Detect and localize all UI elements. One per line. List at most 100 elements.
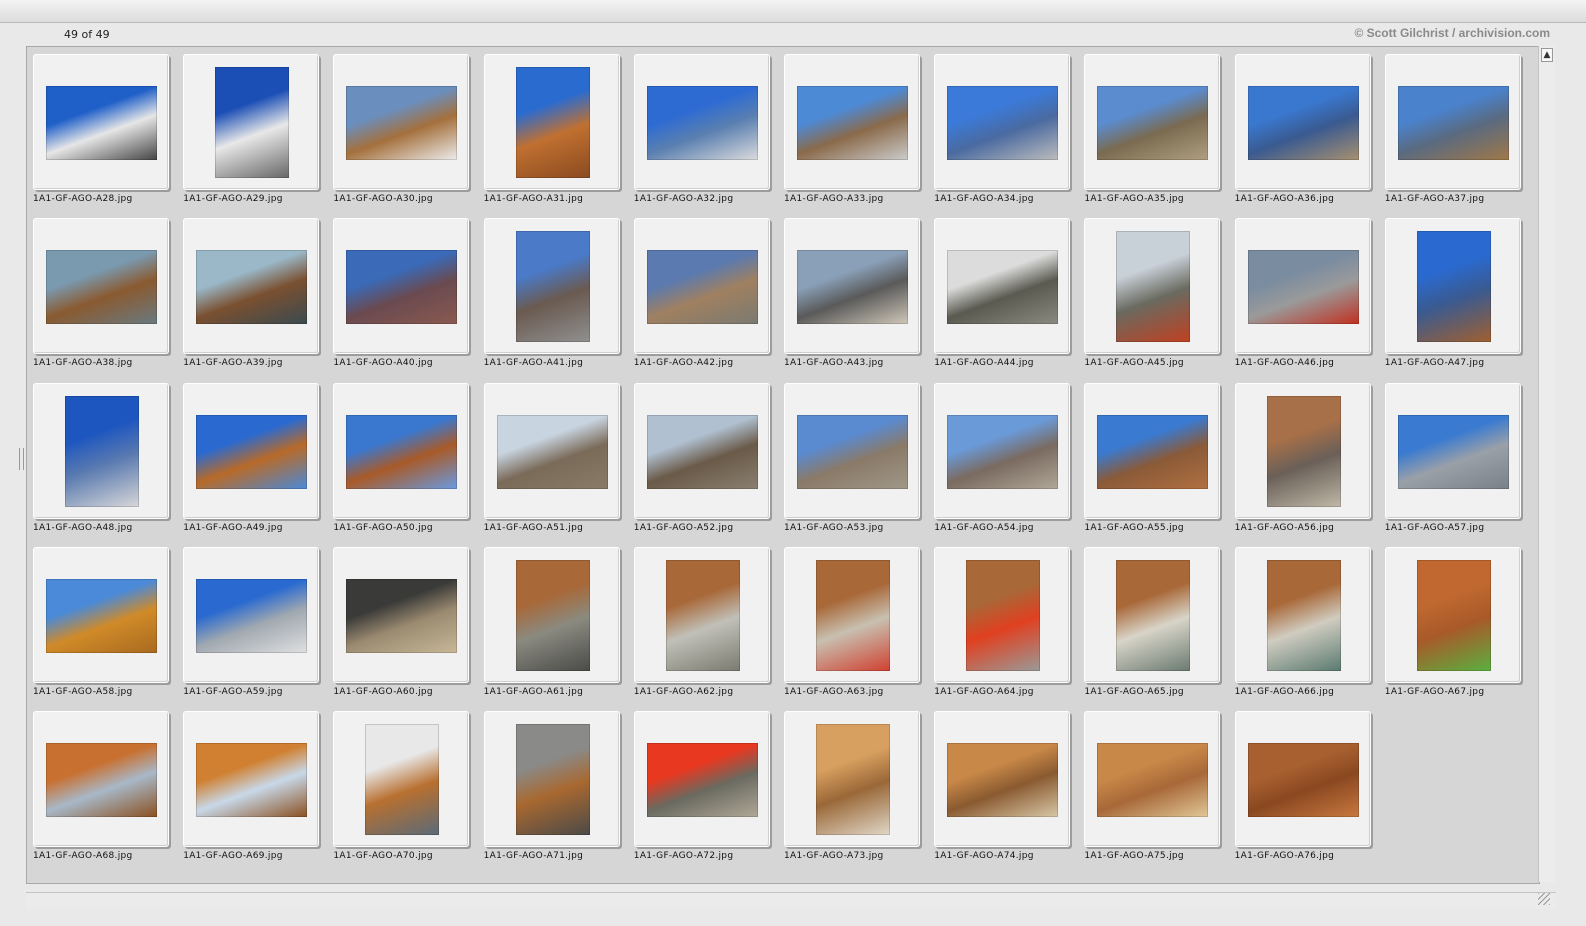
thumbnail-image[interactable] (196, 578, 308, 653)
thumbnail-image[interactable] (346, 578, 458, 653)
thumbnail-frame[interactable] (333, 711, 470, 848)
thumbnail-frame[interactable] (33, 54, 169, 190)
thumbnail-frame[interactable] (633, 546, 770, 683)
thumbnail-image[interactable] (646, 250, 758, 325)
thumbnail-image[interactable] (665, 559, 740, 671)
thumbnail-item[interactable]: 1A1-GF-AGO-A55.jpg (1084, 382, 1234, 547)
thumbnail-item[interactable]: 1A1-GF-AGO-A74.jpg (934, 711, 1084, 875)
thumbnail-frame[interactable] (333, 382, 470, 519)
thumbnail-image[interactable] (46, 250, 157, 325)
thumbnail-image[interactable] (515, 67, 590, 178)
thumbnail-frame[interactable] (33, 546, 169, 683)
thumbnail-image[interactable] (1397, 414, 1509, 489)
thumbnail-item[interactable]: 1A1-GF-AGO-A67.jpg (1384, 546, 1535, 711)
thumbnail-image[interactable] (515, 559, 590, 671)
thumbnail-frame[interactable] (1234, 382, 1371, 519)
thumbnail-item[interactable]: 1A1-GF-AGO-A51.jpg (483, 382, 634, 547)
scroll-up-arrow-icon[interactable]: ▲ (1541, 48, 1553, 62)
thumbnail-image[interactable] (46, 86, 157, 160)
thumbnail-image[interactable] (816, 724, 890, 836)
thumbnail-image[interactable] (1247, 86, 1359, 160)
thumbnail-frame[interactable] (784, 382, 920, 519)
thumbnail-image[interactable] (797, 86, 908, 160)
thumbnail-image[interactable] (196, 414, 308, 489)
thumbnail-item[interactable]: 1A1-GF-AGO-A35.jpg (1084, 54, 1234, 218)
thumbnail-item[interactable]: 1A1-GF-AGO-A54.jpg (934, 382, 1084, 547)
thumbnail-frame[interactable] (183, 218, 320, 355)
thumbnail-frame[interactable] (483, 382, 620, 519)
thumbnail-item[interactable]: 1A1-GF-AGO-A56.jpg (1234, 382, 1385, 547)
thumbnail-frame[interactable] (183, 54, 320, 190)
thumbnail-item[interactable]: 1A1-GF-AGO-A61.jpg (483, 546, 634, 711)
thumbnail-item[interactable]: 1A1-GF-AGO-A73.jpg (784, 711, 934, 875)
thumbnail-image[interactable] (1266, 395, 1341, 507)
thumbnail-item[interactable]: 1A1-GF-AGO-A47.jpg (1384, 218, 1535, 382)
thumbnail-item[interactable]: 1A1-GF-AGO-A31.jpg (483, 54, 634, 218)
thumbnail-image[interactable] (966, 559, 1041, 671)
thumbnail-frame[interactable] (1384, 54, 1521, 190)
thumbnail-item[interactable]: 1A1-GF-AGO-A72.jpg (633, 711, 784, 875)
thumbnail-image[interactable] (1097, 86, 1209, 160)
thumbnail-image[interactable] (365, 724, 440, 836)
thumbnail-item[interactable]: 1A1-GF-AGO-A53.jpg (784, 382, 934, 547)
thumbnail-image[interactable] (797, 414, 908, 489)
thumbnail-frame[interactable] (1234, 546, 1371, 683)
thumbnail-frame[interactable] (934, 546, 1071, 683)
thumbnail-item[interactable]: 1A1-GF-AGO-A29.jpg (183, 54, 333, 218)
thumbnail-item[interactable]: 1A1-GF-AGO-A71.jpg (483, 711, 634, 875)
thumbnail-item[interactable]: 1A1-GF-AGO-A66.jpg (1234, 546, 1385, 711)
thumbnail-frame[interactable] (633, 711, 770, 848)
thumbnail-frame[interactable] (1084, 711, 1221, 848)
thumbnail-image[interactable] (947, 743, 1059, 818)
thumbnail-image[interactable] (646, 86, 758, 160)
thumbnail-image[interactable] (1247, 743, 1359, 818)
thumbnail-frame[interactable] (33, 218, 169, 355)
thumbnail-image[interactable] (196, 743, 308, 818)
thumbnail-item[interactable]: 1A1-GF-AGO-A38.jpg (33, 218, 183, 382)
thumbnail-image[interactable] (1397, 86, 1509, 160)
thumbnail-frame[interactable] (784, 546, 920, 683)
thumbnail-image[interactable] (646, 743, 758, 818)
thumbnail-frame[interactable] (333, 54, 470, 190)
thumbnail-item[interactable]: 1A1-GF-AGO-A30.jpg (333, 54, 483, 218)
thumbnail-frame[interactable] (934, 218, 1071, 355)
thumbnail-image[interactable] (1416, 559, 1491, 671)
thumbnail-image[interactable] (947, 86, 1059, 160)
thumbnail-frame[interactable] (1084, 218, 1221, 355)
vertical-scrollbar[interactable]: ▲ (1538, 46, 1555, 882)
thumbnail-item[interactable]: 1A1-GF-AGO-A64.jpg (934, 546, 1084, 711)
thumbnail-frame[interactable] (1384, 546, 1521, 683)
thumbnail-frame[interactable] (633, 382, 770, 519)
thumbnail-frame[interactable] (784, 54, 920, 190)
thumbnail-item[interactable]: 1A1-GF-AGO-A40.jpg (333, 218, 483, 382)
thumbnail-item[interactable]: 1A1-GF-AGO-A58.jpg (33, 546, 183, 711)
thumbnail-item[interactable]: 1A1-GF-AGO-A59.jpg (183, 546, 333, 711)
thumbnail-frame[interactable] (633, 218, 770, 355)
thumbnail-item[interactable]: 1A1-GF-AGO-A49.jpg (183, 382, 333, 547)
thumbnail-item[interactable]: 1A1-GF-AGO-A36.jpg (1234, 54, 1385, 218)
thumbnail-image[interactable] (346, 414, 458, 489)
thumbnail-item[interactable]: 1A1-GF-AGO-A69.jpg (183, 711, 333, 875)
thumbnail-frame[interactable] (934, 382, 1071, 519)
panel-resize-handle[interactable] (19, 448, 24, 470)
thumbnail-item[interactable]: 1A1-GF-AGO-A45.jpg (1084, 218, 1234, 382)
thumbnail-image[interactable] (496, 414, 608, 489)
thumbnail-item[interactable]: 1A1-GF-AGO-A68.jpg (33, 711, 183, 875)
thumbnail-item[interactable]: 1A1-GF-AGO-A34.jpg (934, 54, 1084, 218)
thumbnail-item[interactable]: 1A1-GF-AGO-A44.jpg (934, 218, 1084, 382)
thumbnail-frame[interactable] (1384, 382, 1521, 519)
thumbnail-frame[interactable] (483, 546, 620, 683)
thumbnail-frame[interactable] (1384, 218, 1521, 355)
thumbnail-frame[interactable] (934, 54, 1071, 190)
thumbnail-image[interactable] (646, 414, 758, 489)
thumbnail-frame[interactable] (183, 711, 320, 848)
thumbnail-frame[interactable] (633, 54, 770, 190)
thumbnail-item[interactable]: 1A1-GF-AGO-A32.jpg (633, 54, 784, 218)
thumbnail-frame[interactable] (1084, 54, 1221, 190)
thumbnail-image[interactable] (1097, 743, 1209, 818)
thumbnail-frame[interactable] (333, 218, 470, 355)
thumbnail-frame[interactable] (33, 711, 169, 848)
thumbnail-image[interactable] (1266, 559, 1341, 671)
thumbnail-item[interactable]: 1A1-GF-AGO-A62.jpg (633, 546, 784, 711)
thumbnail-image[interactable] (1116, 231, 1191, 343)
